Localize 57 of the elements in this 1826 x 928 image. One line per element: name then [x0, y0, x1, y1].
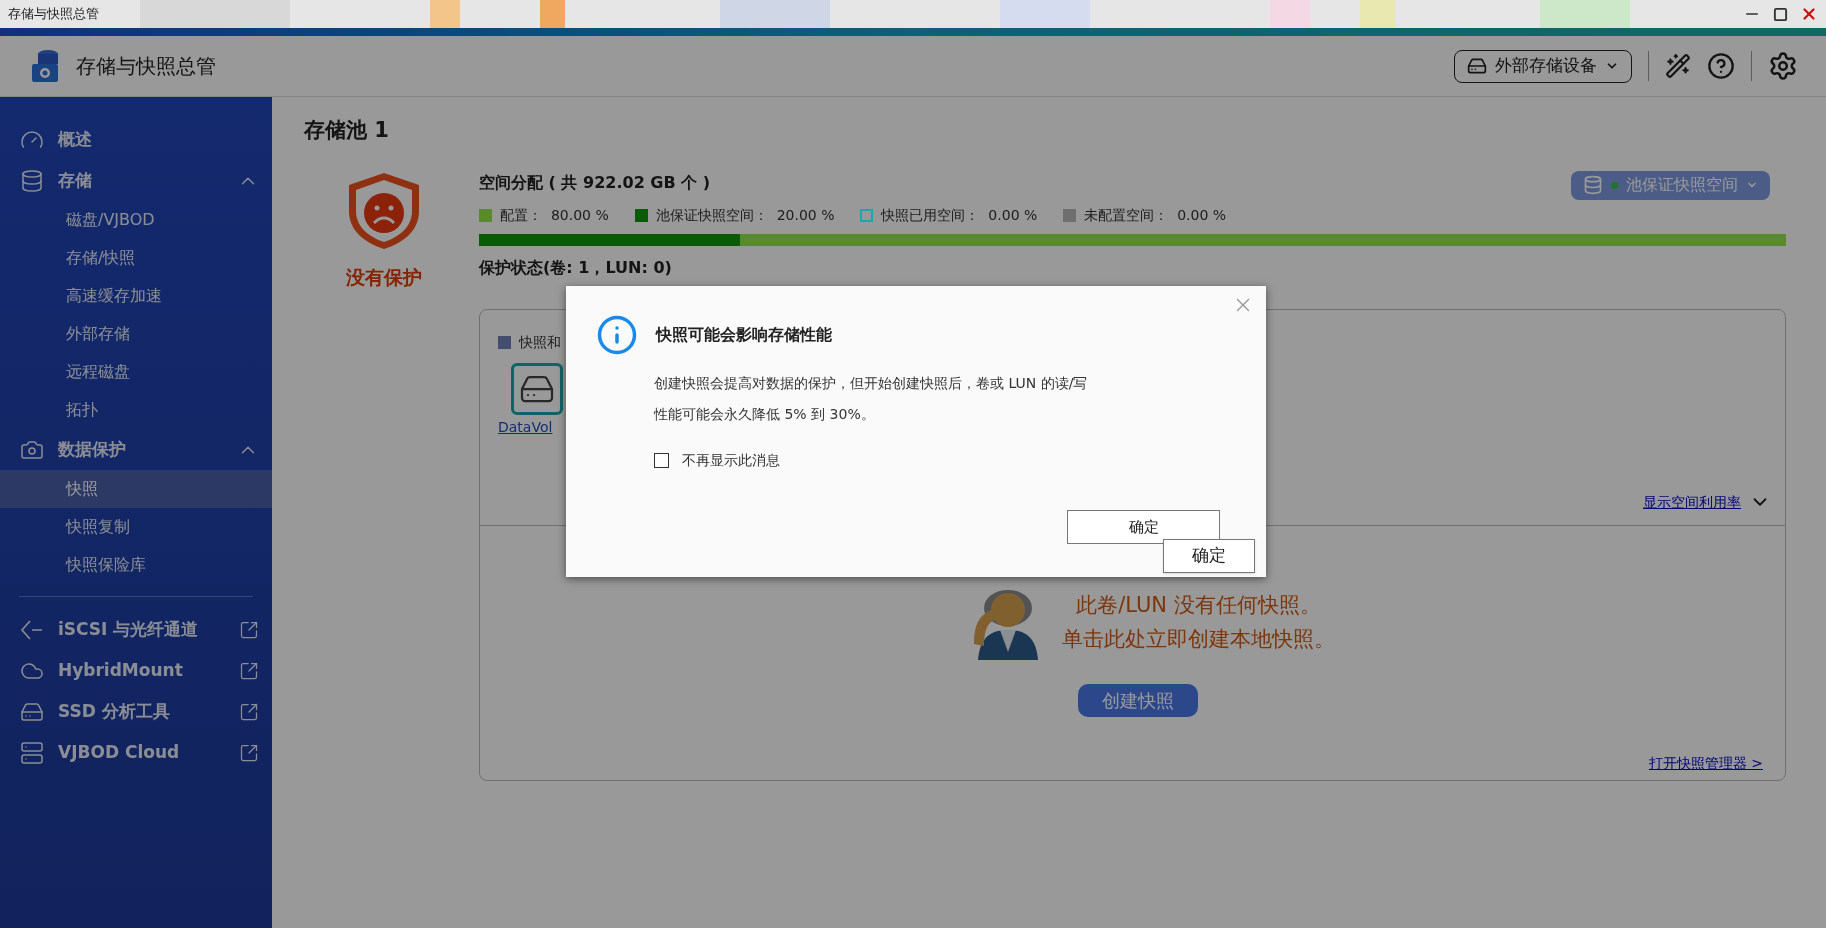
external-link-icon[interactable]: [239, 742, 259, 763]
legend-label: 未配置空间： 0.00 %: [1084, 205, 1227, 225]
external-link-icon[interactable]: [239, 701, 259, 722]
checkbox[interactable]: [654, 453, 669, 468]
protection-title: 保护状态(卷: 1，LUN: 0): [479, 256, 673, 279]
legend-label: 快照已用空间： 0.00 %: [881, 205, 1038, 225]
legend-label: 配置： 80.00 %: [500, 205, 609, 225]
legend-label: 池保证快照空间： 20.00 %: [655, 205, 835, 225]
sidebar-subitem[interactable]: 拓扑: [0, 391, 272, 429]
app-title: 存储与快照总管: [76, 53, 216, 80]
sidebar-item[interactable]: iSCSI 与光纤通道: [0, 609, 272, 650]
dialog-title: 快照可能会影响存储性能: [656, 324, 832, 346]
sidebar-subitem[interactable]: 高速缓存加速: [0, 277, 272, 315]
wand-icon[interactable]: [1665, 53, 1691, 79]
empty-message: 单击此处立即创建本地快照。: [1062, 626, 1335, 653]
database-icon: [20, 168, 44, 193]
sidebar-subitem[interactable]: 快照复制: [0, 508, 272, 546]
sidebar-subitem[interactable]: 快照: [0, 470, 272, 508]
legend-swatch: [498, 336, 511, 349]
ok-button[interactable]: 确定: [1163, 539, 1255, 573]
server-icon: [20, 740, 44, 765]
sidebar-item[interactable]: SSD 分析工具: [0, 691, 272, 732]
sidebar-subitem[interactable]: 远程磁盘: [0, 353, 272, 391]
volume-link[interactable]: DataVol: [498, 417, 553, 438]
space-title: 空间分配 ( 共 922.02 GB 个 ): [479, 171, 712, 194]
sidebar-item[interactable]: 数据保护: [0, 429, 272, 470]
help-icon[interactable]: [1707, 52, 1735, 80]
external-link-icon[interactable]: [239, 619, 259, 640]
maximize-icon[interactable]: [1773, 6, 1788, 22]
sidebar-subitem[interactable]: 快照保险库: [0, 546, 272, 584]
sidebar-subitem[interactable]: 存储/快照: [0, 239, 272, 277]
protection-status: 没有保护: [346, 264, 422, 290]
sidebar-subitem[interactable]: 磁盘/VJBOD: [0, 201, 272, 239]
usage-link[interactable]: 显示空间利用率: [1643, 491, 1741, 513]
empty-message: 此卷/LUN 没有任何快照。: [1076, 592, 1321, 619]
ok-button[interactable]: 确定: [1067, 510, 1220, 544]
pool-button[interactable]: 池保证快照空间: [1571, 170, 1770, 200]
window-title: 存储与快照总管: [8, 5, 99, 24]
create-snapshot-button[interactable]: 创建快照: [1077, 684, 1198, 717]
sidebar-item[interactable]: 存储: [0, 160, 272, 201]
checkbox-label: 不再显示此消息: [682, 451, 780, 470]
sidebar-item[interactable]: VJBOD Cloud: [0, 732, 272, 773]
dialog-message: 创建快照会提高对数据的保护，但开始创建快照后，卷或 LUN 的读/写: [654, 374, 1089, 393]
sidebar-item[interactable]: HybridMount: [0, 650, 272, 691]
sidebar-item[interactable]: 概述: [0, 119, 272, 160]
close-icon[interactable]: [1800, 5, 1818, 23]
volume-tile[interactable]: [511, 363, 563, 415]
external-link-icon[interactable]: [239, 660, 259, 681]
manager-link[interactable]: 打开快照管理器 >: [1648, 753, 1763, 774]
legend-label: 快照和: [519, 333, 561, 352]
info-icon: [596, 314, 638, 356]
drive-icon: [1467, 56, 1487, 76]
settings-icon[interactable]: [1768, 51, 1798, 81]
dialog-message: 性能可能会永久降低 5% 到 30%。: [654, 405, 876, 424]
device-button[interactable]: 外部存储设备: [1454, 49, 1632, 83]
sidebar-subitem[interactable]: 外部存储: [0, 315, 272, 353]
pool-title: 存储池 1: [304, 117, 390, 144]
